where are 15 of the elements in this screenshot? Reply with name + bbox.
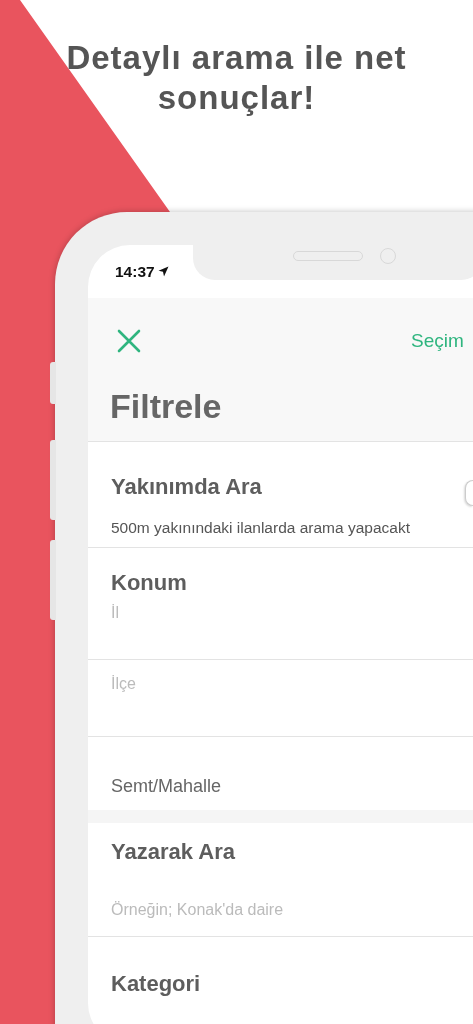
search-field[interactable]: Örneğin; Konak'da daire bbox=[111, 898, 411, 923]
location-field[interactable]: İlçe bbox=[111, 672, 411, 697]
section-title: Kategori bbox=[111, 970, 202, 999]
section-title: Yazarak Ara bbox=[111, 838, 236, 867]
status-time: 14:37 bbox=[115, 261, 155, 282]
headline: Detaylı arama ile net sonuçlar! bbox=[65, 38, 408, 118]
location-field[interactable]: İl bbox=[111, 601, 411, 626]
location-field[interactable]: Semt/Mahalle bbox=[111, 773, 473, 801]
description: 500m yakınındaki ilanlarda arama yapacakt bbox=[111, 518, 411, 538]
close-icon[interactable] bbox=[117, 329, 141, 353]
page-title: Filtrele bbox=[109, 386, 223, 427]
section-title: Yakınımda Ara bbox=[111, 472, 262, 501]
location-arrow-icon bbox=[157, 266, 169, 277]
section-title: Konum bbox=[111, 569, 188, 598]
toggle-switch[interactable] bbox=[465, 480, 473, 506]
